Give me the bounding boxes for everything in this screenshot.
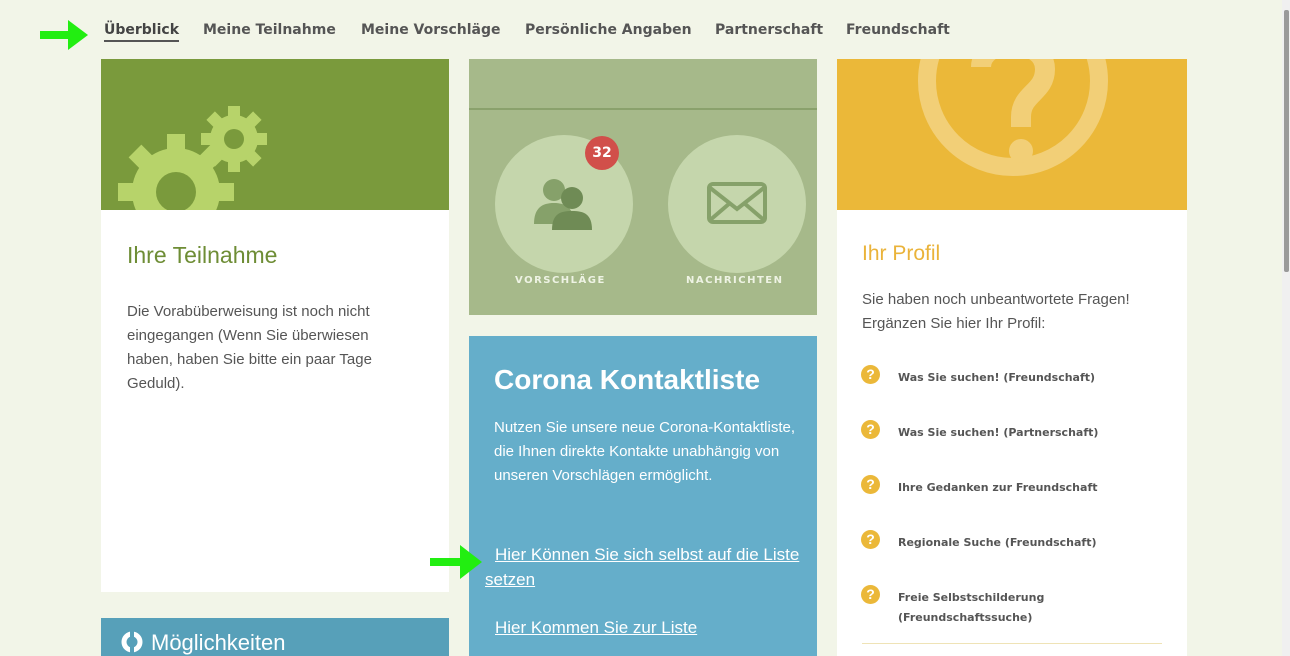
question-mark-icon: [918, 59, 1108, 176]
users-icon: [534, 179, 592, 230]
participation-text: Die Vorabüberweisung ist noch nicht eing…: [127, 303, 372, 392]
nav-my-participation[interactable]: Meine Teilnahme: [203, 22, 336, 38]
participation-banner: [101, 59, 449, 210]
gears-icon: [118, 106, 267, 210]
profile-card: Ihr Profil Sie haben noch unbeantwortete…: [837, 210, 1187, 656]
question-circle-icon: ?: [861, 530, 880, 549]
add-to-list-link[interactable]: Hier Können Sie sich selbst auf die List…: [485, 542, 805, 592]
corona-text: Nutzen Sie unsere neue Corona-Kontaktlis…: [494, 419, 796, 484]
nav-overview[interactable]: Überblick: [104, 22, 180, 42]
question-circle-icon: ?: [861, 475, 880, 494]
profile-question-link[interactable]: Was Sie suchen! (Partnerschaft): [898, 423, 1168, 443]
green-arrow-icon: [40, 20, 88, 50]
question-circle-icon: ?: [861, 585, 880, 604]
profile-text: Sie haben noch unbeantwortete Fragen! Er…: [862, 291, 1130, 332]
top-navigation: Überblick Meine Teilnahme Meine Vorschlä…: [0, 0, 1280, 58]
stats-card: 32 VORSCHLÄGE NACHRICHTEN: [469, 59, 817, 315]
nav-partnership[interactable]: Partnerschaft: [715, 22, 823, 38]
corona-title: Corona Kontaktliste: [494, 364, 761, 395]
profile-title: Ihr Profil: [862, 242, 941, 265]
question-circle-icon: ?: [861, 420, 880, 439]
profile-question-link[interactable]: Regionale Suche (Freundschaft): [898, 533, 1168, 553]
scrollbar-thumb[interactable]: [1284, 10, 1289, 272]
circle-arrows-icon: [121, 631, 143, 653]
green-arrow-icon: [430, 545, 482, 579]
suggestions-count-badge: 32: [585, 136, 619, 170]
nav-friendship[interactable]: Freundschaft: [846, 22, 950, 38]
view-list-link[interactable]: Hier Kommen Sie zur Liste: [495, 618, 697, 638]
envelope-icon: [707, 182, 767, 224]
possibilities-card[interactable]: Möglichkeiten: [101, 618, 449, 656]
divider: [862, 643, 1162, 644]
possibilities-title: Möglichkeiten: [151, 630, 286, 655]
nav-personal-details[interactable]: Persönliche Angaben: [525, 22, 692, 38]
messages-button[interactable]: [668, 135, 806, 273]
corona-card: Corona Kontaktliste Nutzen Sie unsere ne…: [469, 336, 817, 656]
question-circle-icon: ?: [861, 365, 880, 384]
participation-card: Ihre Teilnahme Die Vorabüberweisung ist …: [101, 210, 449, 592]
profile-question-link[interactable]: Was Sie suchen! (Freundschaft): [898, 368, 1168, 388]
messages-label[interactable]: NACHRICHTEN: [686, 275, 783, 286]
profile-banner: [837, 59, 1187, 210]
suggestions-label[interactable]: VORSCHLÄGE: [515, 275, 606, 286]
nav-my-suggestions[interactable]: Meine Vorschläge: [361, 22, 501, 38]
profile-question-link[interactable]: Freie Selbstschilderung (Freundschaftssu…: [898, 588, 1168, 628]
profile-question-link[interactable]: Ihre Gedanken zur Freundschaft: [898, 478, 1168, 498]
participation-title: Ihre Teilnahme: [127, 242, 278, 268]
divider: [469, 108, 817, 110]
